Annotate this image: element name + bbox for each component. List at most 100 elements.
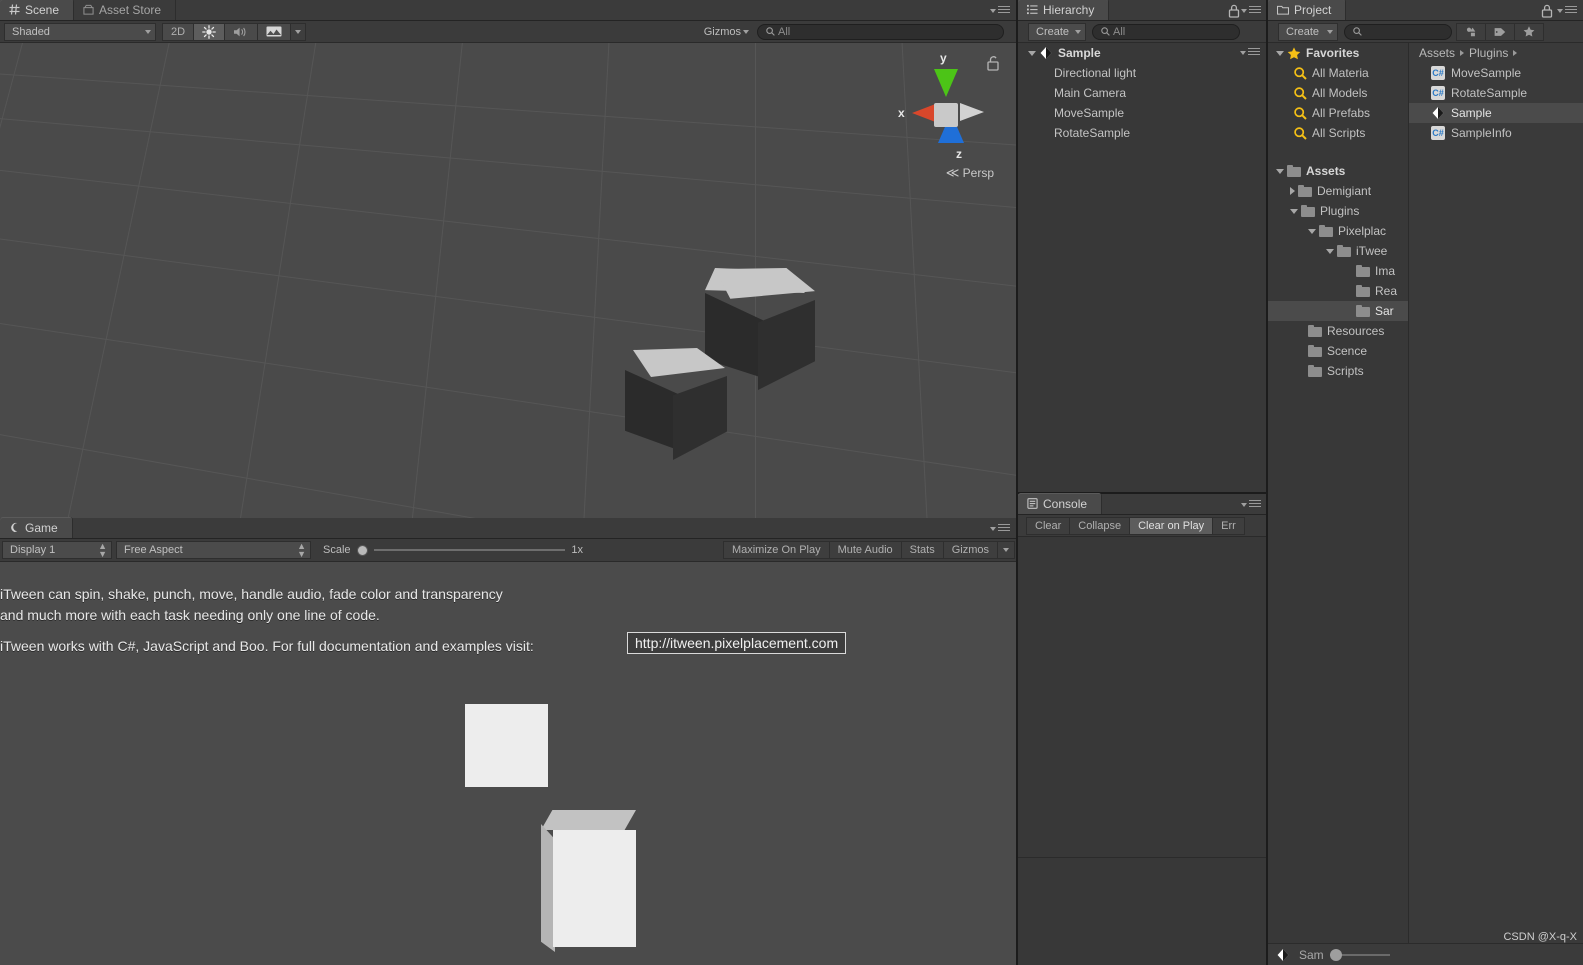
toggle-lighting-button[interactable] <box>193 22 226 41</box>
scene-orientation-gizmo[interactable]: y x z ≪ Persp <box>890 51 1000 181</box>
chevron-down-icon[interactable] <box>1276 168 1284 174</box>
toggle-effects-button[interactable] <box>257 22 292 41</box>
chevron-down-icon[interactable] <box>1326 248 1334 254</box>
project-tree-plugins[interactable]: Plugins <box>1268 201 1408 221</box>
tab-hierarchy[interactable]: Hierarchy <box>1018 0 1110 20</box>
console-collapse-button[interactable]: Collapse <box>1069 516 1131 535</box>
gizmo-projection-label[interactable]: ≪ Persp <box>946 165 994 181</box>
hierarchy-lock-button[interactable] <box>1228 4 1240 21</box>
gizmo-cone-y[interactable] <box>934 69 958 97</box>
gizmos-dropdown[interactable]: Gizmos <box>704 26 749 38</box>
console-splitter[interactable] <box>1018 857 1266 858</box>
favorite-star-button[interactable] <box>1514 22 1544 41</box>
chevron-right-icon[interactable] <box>1290 187 1295 195</box>
tab-project[interactable]: Project <box>1268 0 1347 20</box>
console-log-area[interactable] <box>1018 537 1266 965</box>
console-panel-menu[interactable] <box>1241 500 1261 509</box>
display-dropdown[interactable]: Display 1 ▲ ▼ <box>2 541 112 559</box>
toggle-audio-button[interactable] <box>224 22 259 41</box>
hierarchy-item-label: MoveSample <box>1054 106 1125 120</box>
asset-item-sample[interactable]: Sample <box>1409 103 1583 123</box>
breadcrumb: Assets Plugins <box>1409 43 1583 63</box>
display-value: Display 1 <box>10 544 56 556</box>
lock-open-icon[interactable] <box>986 55 1000 71</box>
tab-asset-store[interactable]: Asset Store <box>74 0 177 20</box>
tab-console[interactable]: Console <box>1018 493 1103 514</box>
project-tree-scripts[interactable]: Scripts <box>1268 361 1408 381</box>
chevron-down-icon[interactable] <box>1290 208 1298 214</box>
project-lock-button[interactable] <box>1541 4 1553 21</box>
stats-button[interactable]: Stats <box>900 541 944 559</box>
project-tree-scence[interactable]: Scence <box>1268 341 1408 361</box>
project-tree-all-prefabs[interactable]: All Prefabs <box>1268 103 1408 123</box>
chevron-down-icon <box>1240 50 1246 55</box>
asset-item-sampleinfo[interactable]: C# SampleInfo <box>1409 123 1583 143</box>
icon-size-slider[interactable] <box>1329 948 1390 961</box>
project-tree-resources[interactable]: Resources <box>1268 321 1408 341</box>
toggle-2d-button[interactable]: 2D <box>162 22 195 41</box>
game-panel-menu[interactable] <box>990 524 1010 533</box>
hierarchy-item-directional-light[interactable]: Directional light <box>1018 63 1266 83</box>
project-folder-tree[interactable]: Favorites All Materia All Models All Pre… <box>1268 43 1408 943</box>
chevron-down-icon[interactable] <box>1308 228 1316 234</box>
project-panel-menu[interactable] <box>1557 6 1577 15</box>
up-down-arrows-icon: ▲ ▼ <box>98 541 107 559</box>
project-create-button[interactable]: Create <box>1278 22 1338 41</box>
project-search-input[interactable] <box>1344 23 1452 40</box>
project-tree-readme[interactable]: Rea <box>1268 281 1408 301</box>
scale-slider-knob[interactable] <box>356 544 368 556</box>
hierarchy-scene-menu[interactable] <box>1240 48 1260 57</box>
breadcrumb-plugins[interactable]: Plugins <box>1469 46 1508 60</box>
chevron-down-icon[interactable] <box>1276 50 1284 56</box>
project-panel: Project Create Favorites All Materia All… <box>1268 0 1583 965</box>
itween-url-box[interactable]: http://itween.pixelplacement.com <box>627 632 847 654</box>
hierarchy-scene-row[interactable]: Sample <box>1018 43 1266 63</box>
console-error-pause-button[interactable]: Err <box>1212 516 1245 535</box>
filter-by-label-button[interactable] <box>1485 22 1515 41</box>
effects-dropdown[interactable] <box>290 22 307 41</box>
unity-scene-icon <box>1040 47 1052 59</box>
project-asset-list[interactable]: Assets Plugins C# MoveSample C# RotateSa… <box>1409 43 1583 943</box>
console-clear-button[interactable]: Clear <box>1026 516 1071 535</box>
game-gizmos-button[interactable]: Gizmos <box>942 541 998 559</box>
hierarchy-create-button[interactable]: Create <box>1028 22 1086 41</box>
aspect-dropdown[interactable]: Free Aspect ▲ ▼ <box>116 541 311 559</box>
project-tree-pixelplacement[interactable]: Pixelplac <box>1268 221 1408 241</box>
hierarchy-item-movesample[interactable]: MoveSample <box>1018 103 1266 123</box>
scene-viewport[interactable]: y x z ≪ Persp <box>0 43 1016 518</box>
shading-mode-dropdown[interactable]: Shaded <box>4 22 156 41</box>
project-tree-all-materials[interactable]: All Materia <box>1268 63 1408 83</box>
scale-slider-track[interactable] <box>373 549 566 551</box>
chevron-down-icon[interactable] <box>1028 50 1036 56</box>
game-viewport[interactable]: iTween can spin, shake, punch, move, han… <box>0 562 1016 965</box>
asset-item-rotatesample[interactable]: C# RotateSample <box>1409 83 1583 103</box>
asset-item-label: RotateSample <box>1451 86 1528 100</box>
hierarchy-panel-menu[interactable] <box>1241 6 1261 15</box>
filter-by-type-button[interactable] <box>1456 22 1486 41</box>
maximize-on-play-button[interactable]: Maximize On Play <box>722 541 830 559</box>
scale-slider[interactable]: Scale 1x <box>323 544 583 556</box>
project-tree-images[interactable]: Ima <box>1268 261 1408 281</box>
project-tree-sample-folder[interactable]: Sar <box>1268 301 1408 321</box>
scene-panel-menu[interactable] <box>990 6 1010 15</box>
tab-game[interactable]: Game <box>0 517 73 538</box>
project-tree-assets[interactable]: Assets <box>1268 161 1408 181</box>
hierarchy-search-input[interactable]: All <box>1092 23 1240 40</box>
project-tree-all-scripts[interactable]: All Scripts <box>1268 123 1408 143</box>
hierarchy-item-rotatesample[interactable]: RotateSample <box>1018 123 1266 143</box>
project-tree-favorites[interactable]: Favorites <box>1268 43 1408 63</box>
hierarchy-item-main-camera[interactable]: Main Camera <box>1018 83 1266 103</box>
tab-scene[interactable]: Scene <box>0 0 75 20</box>
gizmo-center-cube[interactable] <box>934 103 958 127</box>
project-tree-itween[interactable]: iTwee <box>1268 241 1408 261</box>
project-tree-demigiant[interactable]: Demigiant <box>1268 181 1408 201</box>
console-clear-on-play-button[interactable]: Clear on Play <box>1129 516 1214 535</box>
asset-item-movesample[interactable]: C# MoveSample <box>1409 63 1583 83</box>
mute-audio-button[interactable]: Mute Audio <box>828 541 902 559</box>
scene-search-input[interactable]: All <box>757 23 1004 40</box>
favorite-star-icon <box>1523 26 1535 37</box>
breadcrumb-assets[interactable]: Assets <box>1419 46 1455 60</box>
icon-size-slider-knob[interactable] <box>1329 948 1342 961</box>
project-tree-all-models[interactable]: All Models <box>1268 83 1408 103</box>
game-gizmos-dropdown[interactable] <box>997 541 1015 559</box>
